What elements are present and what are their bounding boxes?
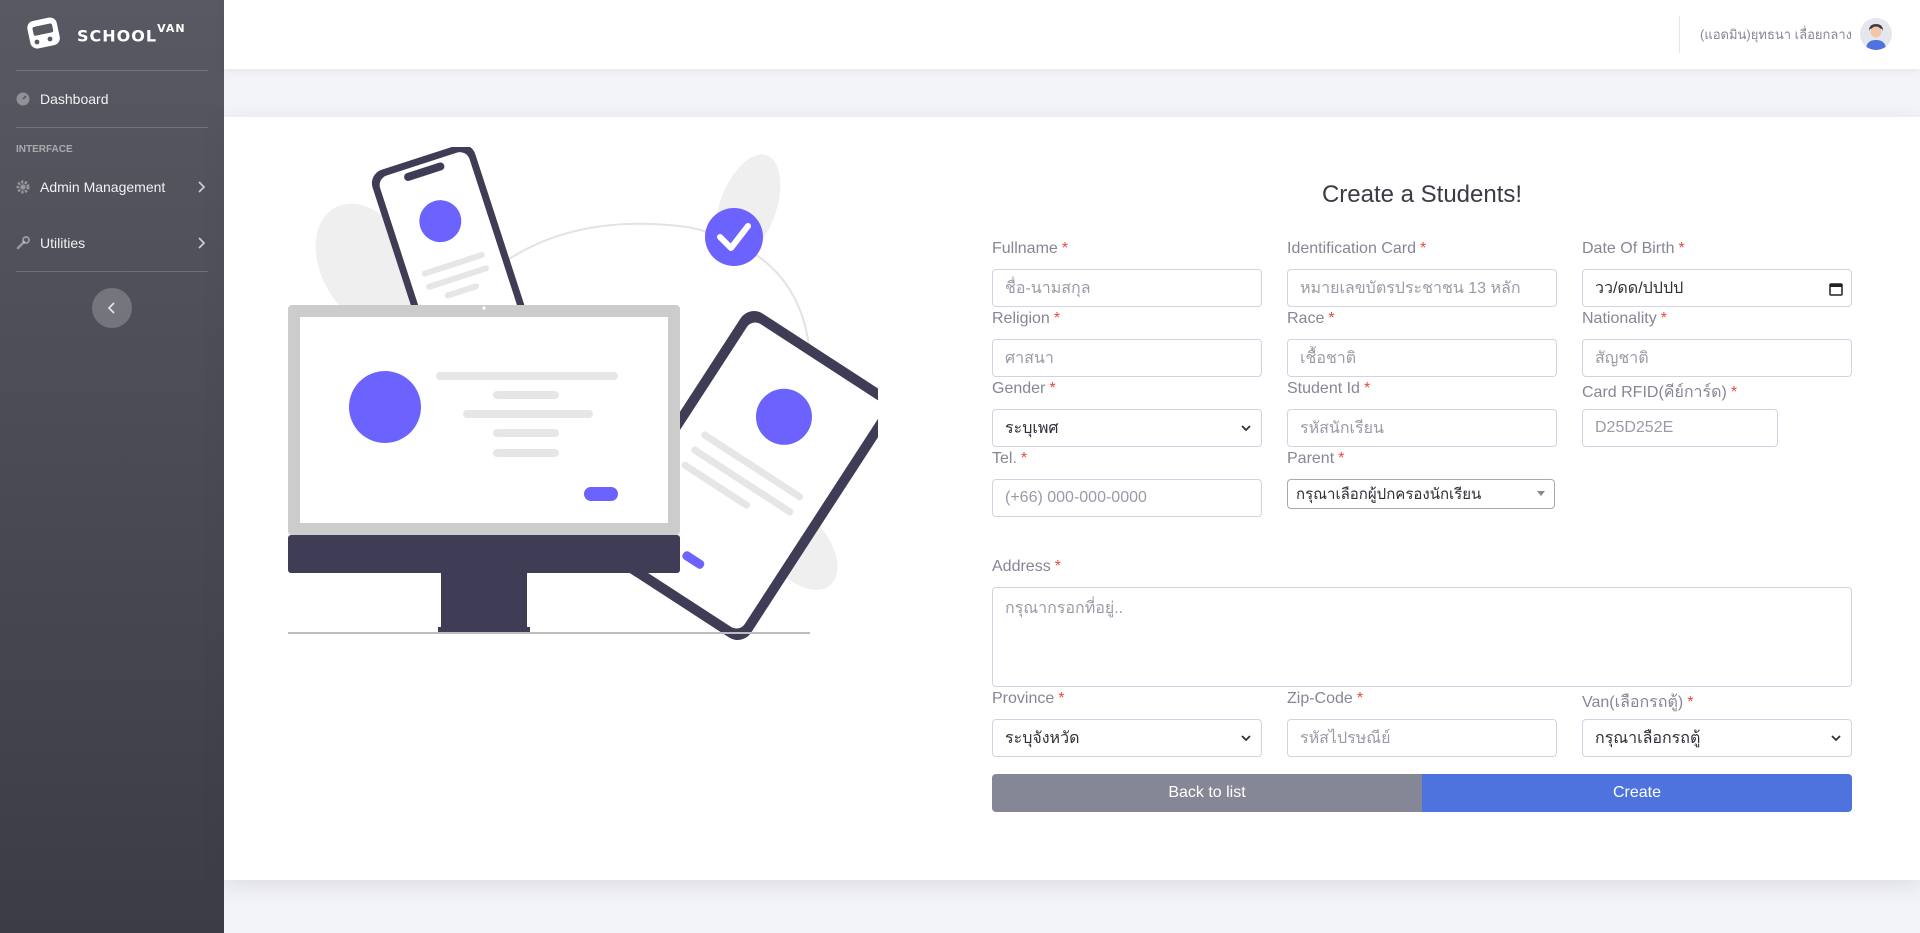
fullname-input[interactable]: ชื่อ-นามสกุล — [992, 269, 1262, 307]
sidebar-item-label: Utilities — [40, 235, 86, 251]
topbar: (แอดมิน)ยุทธนา เลื่อยกลาง — [224, 0, 1920, 69]
religion-input[interactable]: ศาสนา — [992, 339, 1262, 377]
address-label: Address * — [992, 558, 1061, 575]
dob-label: Date Of Birth * — [1582, 240, 1685, 257]
province-select[interactable]: ระบุจังหวัด — [992, 719, 1262, 757]
chevron-down-icon — [1831, 735, 1841, 742]
user-name: (แอดมิน)ยุทธนา เลื่อยกลาง — [1700, 26, 1852, 42]
dob-value: วว/ดด/ปปปป — [1595, 279, 1684, 297]
chevron-right-icon — [198, 237, 206, 249]
tachometer-icon — [16, 92, 30, 106]
bus-logo-icon — [27, 17, 60, 49]
address-textarea[interactable]: กรุณากรอกที่อยู่.. — [992, 587, 1852, 687]
user-menu[interactable]: (แอดมิน)ยุทธนา เลื่อยกลาง — [1700, 18, 1892, 50]
parent-value: กรุณาเลือกผู้ปกครองนักเรียน — [1296, 486, 1482, 503]
idcard-field: Identification Card * หมายเลขบัตรประชาชน … — [1287, 240, 1557, 307]
address-field: Address * กรุณากรอกที่อยู่.. — [992, 558, 1852, 687]
dob-field: Date Of Birth * วว/ดด/ปปปป — [1582, 240, 1852, 307]
province-value: ระบุจังหวัด — [1005, 729, 1080, 747]
sidebar-heading: INTERFACE — [16, 144, 73, 155]
sidebar-toggle-button[interactable] — [92, 288, 132, 328]
form-card: Create a Students! Fullname * ชื่อ-นามสกุ… — [224, 117, 1920, 880]
avatar — [1860, 18, 1892, 50]
sidebar-item-label: Dashboard — [40, 91, 109, 107]
van-select[interactable]: กรุณาเลือกรถตู้ — [1582, 719, 1852, 757]
topbar-divider — [1679, 16, 1680, 53]
student-id-label: Student Id * — [1287, 380, 1371, 397]
back-to-list-button[interactable]: Back to list — [992, 774, 1422, 812]
chevron-left-icon — [107, 302, 115, 314]
gender-label: Gender * — [992, 380, 1056, 397]
student-id-input[interactable]: รหัสนักเรียน — [1287, 409, 1557, 447]
parent-field: Parent * กรุณาเลือกผู้ปกครองนักเรียน — [1287, 450, 1555, 509]
sidebar-item-dashboard[interactable]: Dashboard — [0, 71, 224, 127]
brand[interactable]: SCHOOLVAN — [0, 0, 224, 70]
sidebar-item-admin-management[interactable]: Admin Management — [0, 159, 224, 215]
caret-down-icon — [1537, 491, 1545, 496]
tel-label: Tel. * — [992, 450, 1028, 467]
province-label: Province * — [992, 690, 1065, 707]
van-value: กรุณาเลือกรถตู้ — [1595, 729, 1701, 747]
tel-input[interactable]: (+66) 000-000-0000 — [992, 479, 1262, 517]
religion-field: Religion * ศาสนา — [992, 310, 1262, 377]
zip-input[interactable]: รหัสไปรษณีย์ — [1287, 719, 1557, 757]
chevron-right-icon — [198, 181, 206, 193]
idcard-input[interactable]: หมายเลขบัตรประชาชน 13 หลัก — [1287, 269, 1557, 307]
create-button[interactable]: Create — [1422, 774, 1852, 812]
fullname-field: Fullname * ชื่อ-นามสกุล — [992, 240, 1262, 307]
wrench-icon — [16, 236, 30, 250]
gender-field: Gender * ระบุเพศ — [992, 380, 1262, 447]
van-label: Van(เลือกรถตู้) * — [1582, 694, 1694, 711]
page-title: Create a Students! — [1321, 181, 1523, 208]
idcard-label: Identification Card * — [1287, 240, 1427, 257]
sidebar-item-utilities[interactable]: Utilities — [0, 215, 224, 271]
gender-select[interactable]: ระบุเพศ — [992, 409, 1262, 447]
brand-name: SCHOOLVAN — [77, 21, 186, 46]
gear-icon — [16, 180, 30, 194]
van-field: Van(เลือกรถตู้) * กรุณาเลือกรถตู้ — [1582, 690, 1852, 757]
race-label: Race * — [1287, 310, 1335, 327]
chevron-down-icon — [1241, 735, 1251, 742]
rfid-input[interactable]: D25D252E — [1582, 409, 1778, 447]
rfid-label: Card RFID(คีย์การ์ด) * — [1582, 384, 1738, 401]
race-input[interactable]: เชื้อชาติ — [1287, 339, 1557, 377]
dob-input[interactable]: วว/ดด/ปปปป — [1582, 269, 1852, 307]
parent-select[interactable]: กรุณาเลือกผู้ปกครองนักเรียน — [1287, 479, 1555, 509]
zip-label: Zip-Code * — [1287, 690, 1364, 707]
chevron-down-icon — [1241, 425, 1251, 432]
rfid-field: Card RFID(คีย์การ์ด) * D25D252E — [1582, 380, 1778, 447]
sidebar-item-label: Admin Management — [40, 179, 166, 195]
zip-field: Zip-Code * รหัสไปรษณีย์ — [1287, 690, 1557, 757]
nationality-label: Nationality * — [1582, 310, 1667, 327]
nationality-field: Nationality * สัญชาติ — [1582, 310, 1852, 377]
devices-illustration — [288, 147, 878, 641]
user-avatar-icon — [1860, 18, 1892, 50]
sidebar-divider — [16, 271, 208, 272]
race-field: Race * เชื้อชาติ — [1287, 310, 1557, 377]
province-field: Province * ระบุจังหวัด — [992, 690, 1262, 757]
calendar-icon[interactable] — [1829, 282, 1843, 296]
parent-label: Parent * — [1287, 450, 1345, 467]
religion-label: Religion * — [992, 310, 1061, 327]
sidebar: SCHOOLVAN Dashboard INTERFACE Admin Mana… — [0, 0, 224, 933]
tel-field: Tel. * (+66) 000-000-0000 — [992, 450, 1262, 517]
gender-value: ระบุเพศ — [1005, 419, 1059, 437]
nationality-input[interactable]: สัญชาติ — [1582, 339, 1852, 377]
fullname-label: Fullname * — [992, 240, 1069, 257]
student-id-field: Student Id * รหัสนักเรียน — [1287, 380, 1557, 447]
